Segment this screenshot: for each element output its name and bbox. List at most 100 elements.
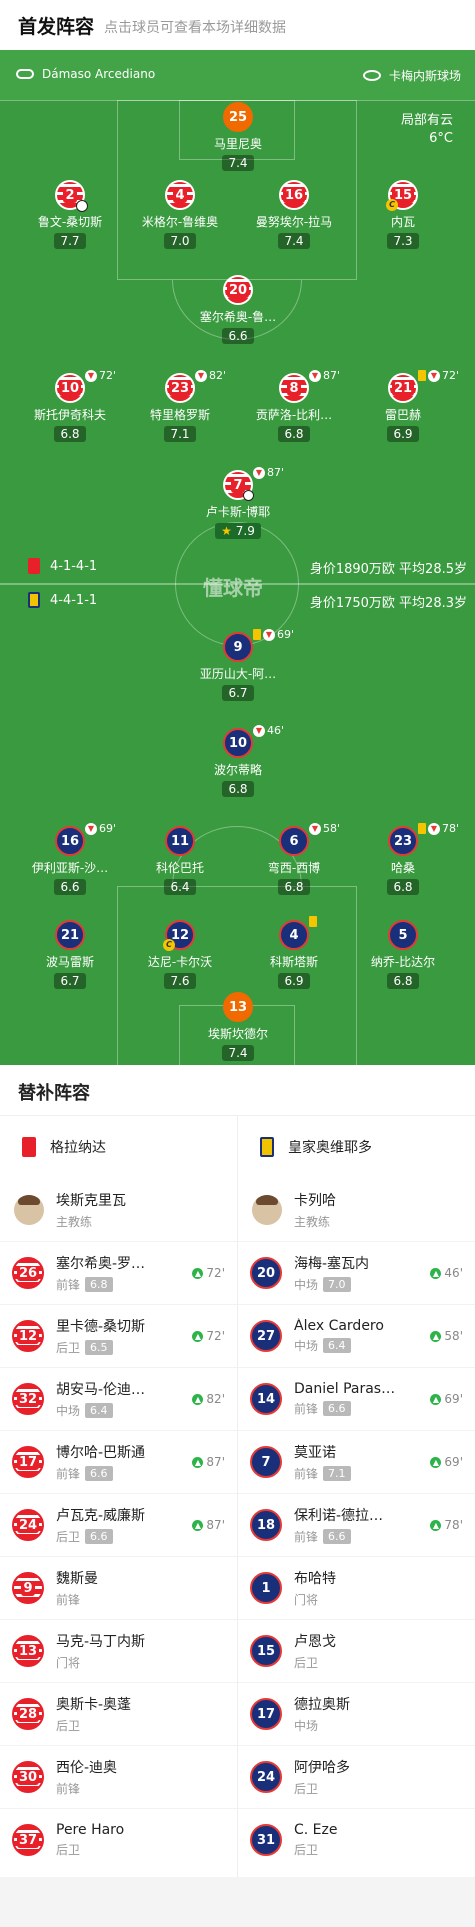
avatar — [14, 1194, 44, 1225]
bench-player-row[interactable]: 17 德拉奥斯 中场 — [238, 1682, 475, 1745]
sub-out-icon: ▼ — [85, 822, 97, 835]
player-name: 德拉奥斯 — [294, 1697, 350, 1713]
bench-player-row[interactable]: 27 Álex Cardero 中场 6.4 ▲ 58' — [238, 1304, 475, 1367]
sub-out-icon: ▼ — [428, 822, 440, 835]
bench-player-row[interactable]: 15 卢恩戈 后卫 — [238, 1619, 475, 1682]
bench-player-row[interactable]: 17 博尔哈-巴斯通 前锋 6.6 ▲ 87' — [0, 1430, 237, 1493]
shirt-icon: 21 — [388, 373, 418, 403]
away-player[interactable]: 4 科斯塔斯 6.9 — [239, 916, 349, 989]
bench-player-row[interactable]: 26 塞尔希奥-罗… 前锋 6.8 ▲ 72' — [0, 1241, 237, 1304]
bench-player-row[interactable]: 37 Pere Haro 后卫 — [0, 1808, 237, 1871]
home-player[interactable]: 16 曼努埃尔-拉马 7.4 — [239, 180, 349, 249]
shirt-icon: 13 — [12, 1635, 44, 1667]
home-value: 身价1890万欧 平均28.5岁 — [309, 562, 467, 577]
shirt-icon: 27 — [250, 1320, 282, 1352]
sub-in-minute: ▲ 69' — [430, 1392, 463, 1406]
away-player[interactable]: 11 科伦巴托 6.4 — [125, 826, 235, 895]
sub-out-icon: ▼ — [428, 369, 440, 382]
sub-event: ▼ 69' — [253, 628, 294, 641]
shirt-icon: 21 — [55, 920, 85, 950]
away-player[interactable]: 5 纳乔-比达尔 6.8 — [348, 920, 458, 989]
home-player[interactable]: 2 鲁文-桑切斯 7.7 — [15, 180, 125, 249]
away-coach[interactable]: 卡列哈 主教练 — [238, 1178, 475, 1241]
home-player[interactable]: ▼ 72' 10 斯托伊奇科夫 6.8 — [15, 369, 125, 442]
home-player[interactable]: ▼ 82' 23 特里格罗斯 7.1 — [125, 369, 235, 442]
bench-player-row[interactable]: 9 魏斯曼 前锋 — [0, 1556, 237, 1619]
home-player[interactable]: 4 米格尔-鲁维奥 7.0 — [125, 180, 235, 249]
sub-in-minute: ▲ 72' — [192, 1266, 225, 1280]
player-name: Pere Haro — [56, 1822, 125, 1838]
player-rating: 6.5 — [85, 1340, 113, 1355]
bench-player-row[interactable]: 28 奥斯卡-奥蓬 后卫 — [0, 1682, 237, 1745]
home-player[interactable]: 20 塞尔希奥-鲁… 6.6 — [183, 275, 293, 344]
bench-player-row[interactable]: 14 Daniel Paras… 前锋 6.6 ▲ 69' — [238, 1367, 475, 1430]
home-formation-row: 4-1-4-1 — [28, 558, 97, 574]
player-position: 前锋 — [294, 1530, 319, 1544]
shirt-icon: 10 — [223, 728, 253, 758]
player-position: 后卫 — [294, 1656, 319, 1670]
bench-player-row[interactable]: 24 阿伊哈多 后卫 — [238, 1745, 475, 1808]
player-position: 前锋 — [294, 1402, 319, 1416]
player-name: 布哈特 — [294, 1571, 336, 1587]
bench-player-row[interactable]: 31 C. Eze 后卫 — [238, 1808, 475, 1871]
player-rating: 6.4 — [323, 1338, 351, 1353]
bench-player-row[interactable]: 7 莫亚诺 前锋 7.1 ▲ 69' — [238, 1430, 475, 1493]
player-position: 前锋 — [56, 1782, 81, 1796]
home-player[interactable]: 15 C 内瓦 7.3 — [348, 180, 458, 249]
away-bench-team[interactable]: 皇家奥维耶多 — [238, 1115, 475, 1178]
sub-out-icon: ▼ — [85, 369, 97, 382]
away-player[interactable]: 12 C 达尼-卡尔沃 7.6 — [125, 920, 235, 989]
page-title: 首发阵容 — [18, 15, 95, 38]
bench-player-row[interactable]: 24 卢瓦克-威廉斯 后卫 6.6 ▲ 87' — [0, 1493, 237, 1556]
away-player[interactable]: ▼ 78' 23 哈桑 6.8 — [348, 822, 459, 895]
sub-out-icon: ▼ — [263, 628, 275, 641]
bench-player-row[interactable]: 1 布哈特 门将 — [238, 1556, 475, 1619]
star-icon: ★ — [221, 524, 232, 538]
shirt-icon: 18 — [250, 1509, 282, 1541]
player-name: 西伦-迪奥 — [56, 1760, 118, 1776]
bench-player-row[interactable]: 12 里卡德-桑切斯 后卫 6.5 ▲ 72' — [0, 1304, 237, 1367]
sub-in-icon: ▲ — [430, 1330, 442, 1342]
sub-out-icon: ▼ — [309, 822, 321, 835]
away-player[interactable]: 21 波马雷斯 6.7 — [15, 920, 125, 989]
shirt-icon: 11 — [165, 826, 195, 856]
sub-in-minute: ▲ 69' — [430, 1455, 463, 1469]
shirt-icon: 32 — [12, 1383, 44, 1415]
sub-in-minute: ▲ 87' — [192, 1518, 225, 1532]
shirt-icon: 8 — [279, 373, 309, 403]
bench-player-row[interactable]: 18 保利诺-德拉… 前锋 6.6 ▲ 78' — [238, 1493, 475, 1556]
venue: 卡梅内斯球场 — [362, 67, 461, 84]
bench-player-row[interactable]: 13 马克-马丁内斯 门将 — [0, 1619, 237, 1682]
away-player[interactable]: ▼ 58' 6 弯西-西博 6.8 — [239, 822, 349, 895]
whistle-icon — [16, 69, 34, 79]
away-player[interactable]: ▼ 69' 16 伊利亚斯-沙… 6.6 — [15, 822, 125, 895]
bench-player-row[interactable]: 20 海梅-塞瓦内 中场 7.0 ▲ 46' — [238, 1241, 475, 1304]
player-name: C. Eze — [294, 1822, 338, 1838]
home-coach[interactable]: 埃斯克里瓦 主教练 — [0, 1178, 237, 1241]
player-position: 门将 — [56, 1656, 81, 1670]
shirt-icon: 23 — [388, 826, 418, 856]
sub-in-icon: ▲ — [192, 1330, 204, 1342]
home-bench-team[interactable]: 格拉纳达 — [0, 1115, 237, 1178]
weather: 局部有云 6°C — [401, 112, 453, 148]
player-position: 后卫 — [294, 1782, 319, 1796]
home-player[interactable]: ▼ 87' 8 贡萨洛-比利… 6.8 — [239, 369, 349, 442]
player-name: 魏斯曼 — [56, 1571, 98, 1587]
sub-event: ▼ 78' — [418, 822, 459, 835]
bench-player-row[interactable]: 30 西伦-迪奥 前锋 — [0, 1745, 237, 1808]
player-name: Álex Cardero — [294, 1318, 384, 1334]
yellow-card-icon — [418, 823, 426, 834]
player-position: 前锋 — [56, 1278, 81, 1292]
home-player[interactable]: ▼ 87' 7 卢卡斯-博耶 ★ 7.9 — [183, 466, 293, 539]
away-player-goalkeeper[interactable]: 13 埃斯坎德尔 7.4 — [183, 992, 293, 1061]
shirt-icon: 23 — [165, 373, 195, 403]
shirt-icon: 25 — [223, 102, 253, 132]
away-player[interactable]: ▼ 69' 9 亚历山大-阿… 6.7 — [183, 628, 294, 701]
home-player[interactable]: ▼ 72' 21 雷巴赫 6.9 — [348, 369, 459, 442]
home-player-goalkeeper[interactable]: 25 马里尼奥 7.4 — [183, 102, 293, 171]
player-position: 中场 — [56, 1404, 81, 1418]
bench-player-row[interactable]: 32 胡安马-伦迪… 中场 6.4 ▲ 82' — [0, 1367, 237, 1430]
pitch: Dámaso Arcediano 卡梅内斯球场 局部有云 6°C 懂球帝 4-1… — [0, 50, 475, 1065]
away-player[interactable]: ▼ 46' 10 波尔蒂略 6.8 — [183, 724, 293, 797]
sub-in-icon: ▲ — [192, 1519, 204, 1531]
